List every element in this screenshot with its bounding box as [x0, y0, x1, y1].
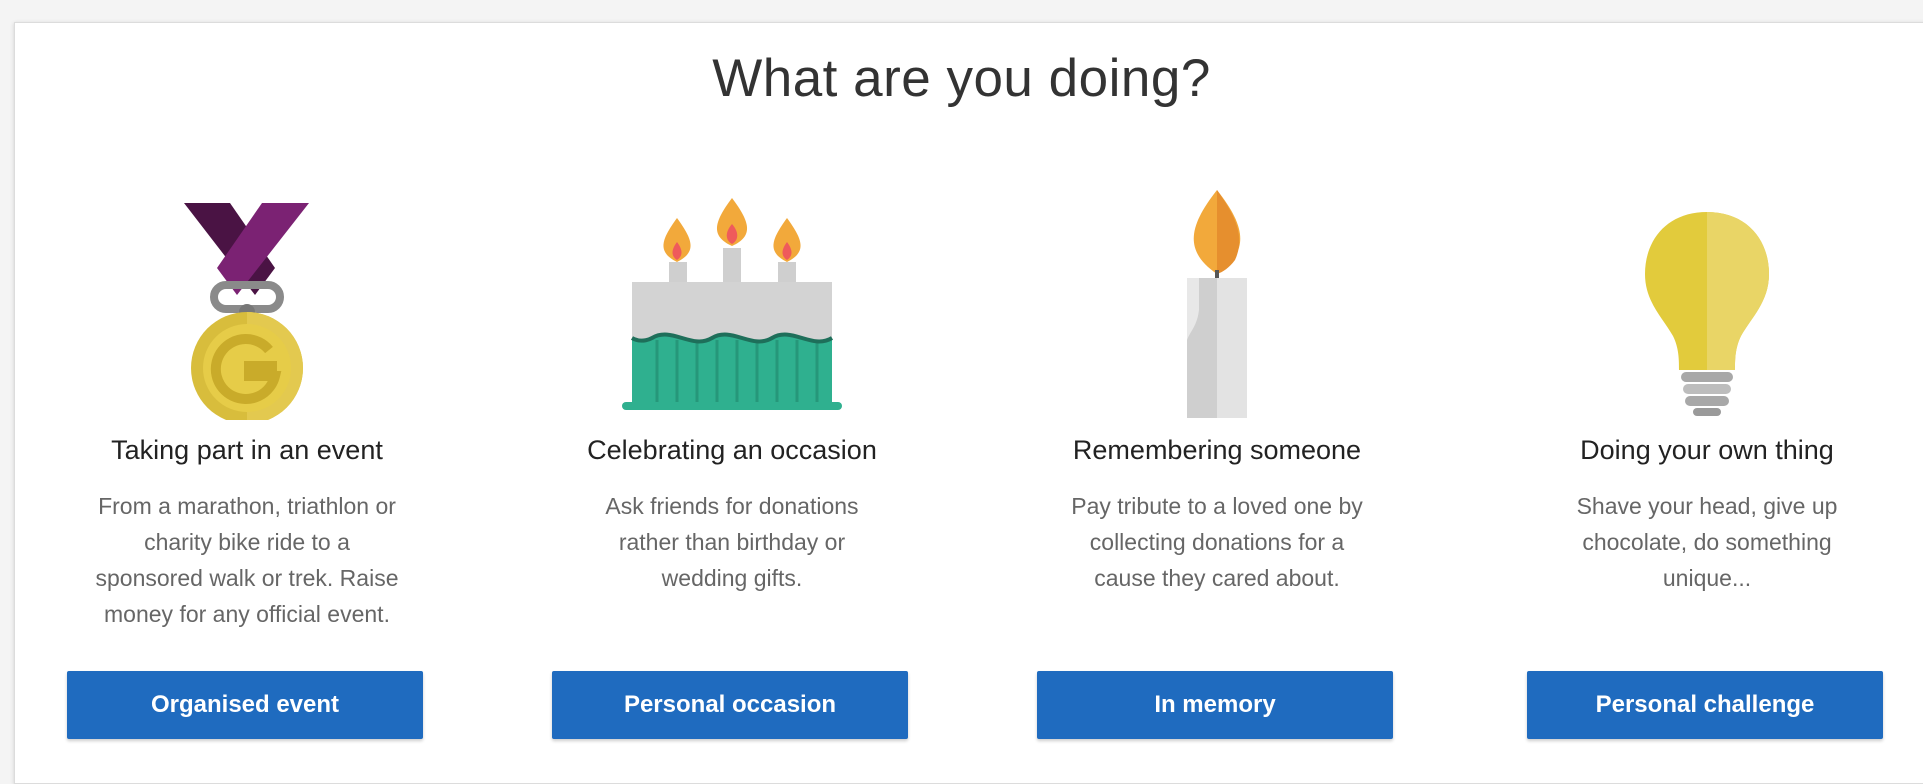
card-in-memory: Remembering someone Pay tribute to a lov… [1037, 190, 1397, 740]
card-title: Taking part in an event [111, 435, 383, 465]
card-personal-occasion: Celebrating an occasion Ask friends for … [552, 190, 912, 740]
card-description: Pay tribute to a loved one by collecting… [1071, 493, 1363, 591]
card-title: Remembering someone [1072, 435, 1362, 465]
card-title: Celebrating an occasion [587, 435, 877, 465]
in-memory-button[interactable]: In memory [1037, 671, 1393, 739]
personal-challenge-button[interactable]: Personal challenge [1527, 671, 1883, 739]
card-description: Shave your head, give up chocolate, do s… [1576, 493, 1838, 591]
card-title: Doing your own thing [1580, 435, 1834, 465]
medal-icon [67, 190, 427, 430]
card-description: Ask friends for donations rather than bi… [605, 493, 859, 591]
page-title: What are you doing? [712, 49, 1211, 108]
card-personal-challenge: Doing your own thing Shave your head, gi… [1527, 190, 1887, 740]
light-bulb-icon [1527, 190, 1887, 430]
birthday-cake-icon [552, 190, 912, 430]
card-description: From a marathon, triathlon or charity bi… [95, 493, 399, 627]
card-organised-event: Taking part in an event From a marathon,… [67, 190, 427, 740]
candle-icon [1037, 190, 1397, 430]
personal-occasion-button[interactable]: Personal occasion [552, 671, 908, 739]
organised-event-button[interactable]: Organised event [67, 671, 423, 739]
